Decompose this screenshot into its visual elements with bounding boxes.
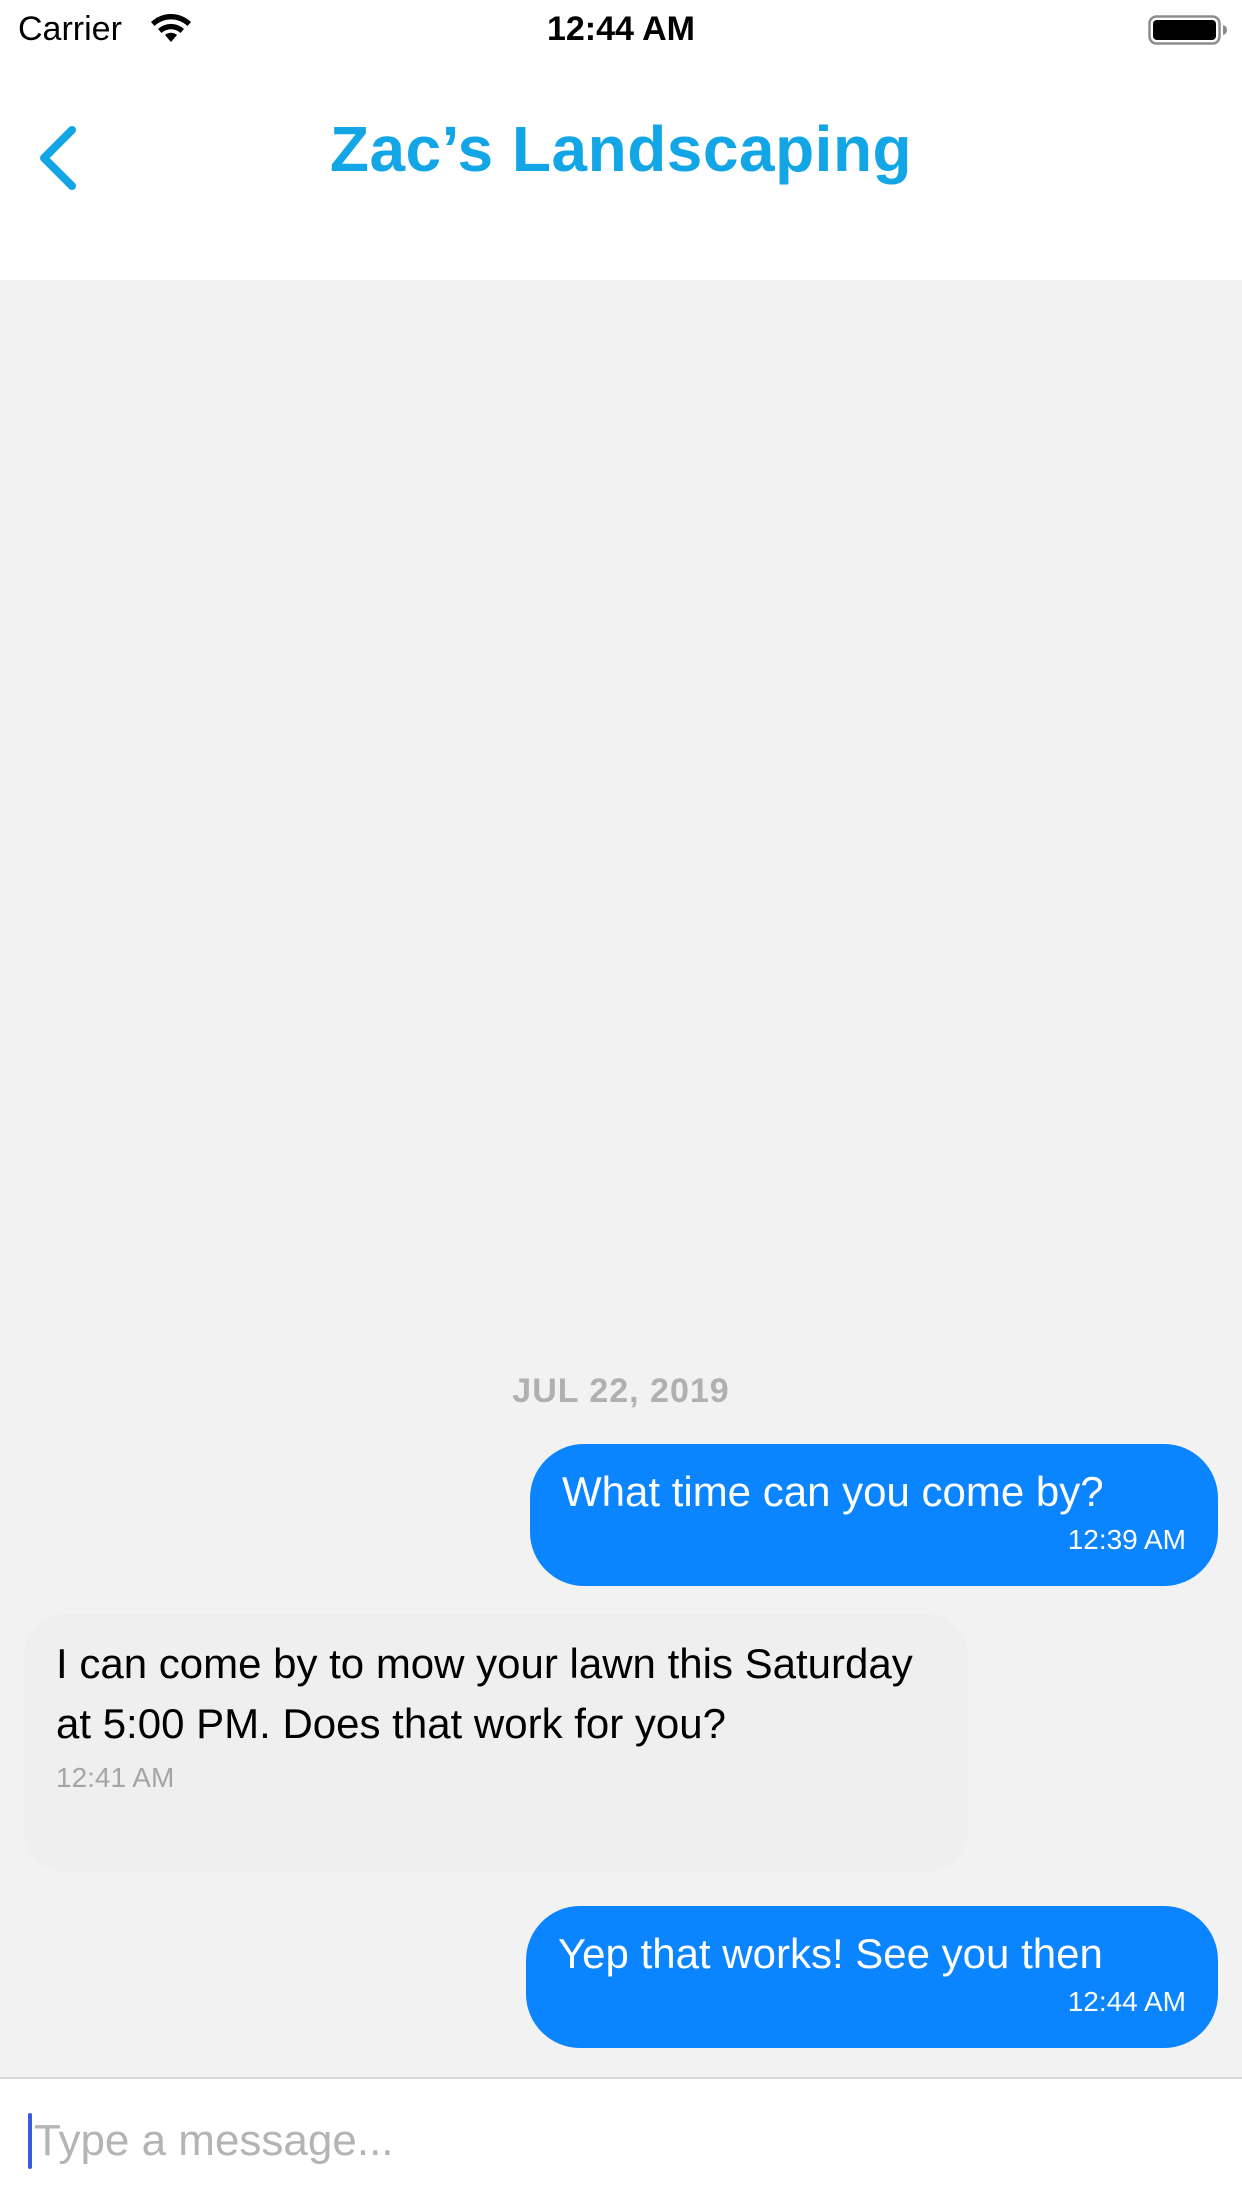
message-timestamp: 12:44 AM xyxy=(1067,1986,1186,2017)
outgoing-message-bubble[interactable]: What time can you come by? 12:39 AM xyxy=(530,1444,1218,1586)
message-input[interactable] xyxy=(28,2109,1214,2173)
message-timestamp: 12:39 AM xyxy=(1067,1524,1186,1555)
date-separator: JUL 22, 2019 xyxy=(512,1372,730,1410)
status-bar: Carrier 12:44 AM xyxy=(0,0,1242,62)
message-composer xyxy=(0,2077,1242,2208)
status-time: 12:44 AM xyxy=(546,10,696,48)
message-text: Yep that works! See you then xyxy=(558,1930,1103,1977)
message-timestamp: 12:41 AM xyxy=(56,1762,175,1793)
battery-full-icon xyxy=(1148,15,1227,45)
message-text: What time can you come by? xyxy=(562,1468,1104,1515)
incoming-message-bubble[interactable]: I can come by to mow your lawn this Satu… xyxy=(24,1614,968,1872)
message-text: I can come by to mow your lawn this Satu… xyxy=(56,1640,913,1747)
message-list[interactable]: JUL 22, 2019 What time can you come by? … xyxy=(0,280,1242,2077)
navigation-bar: Zac’s Landscaping xyxy=(0,62,1242,280)
outgoing-message-bubble[interactable]: Yep that works! See you then 12:44 AM xyxy=(526,1906,1218,2048)
messaging-screen: Carrier 12:44 AM Zac’s Landscaping JUL 2… xyxy=(0,0,1242,2208)
text-cursor xyxy=(28,2113,32,2169)
conversation-title: Zac’s Landscaping xyxy=(329,113,913,185)
